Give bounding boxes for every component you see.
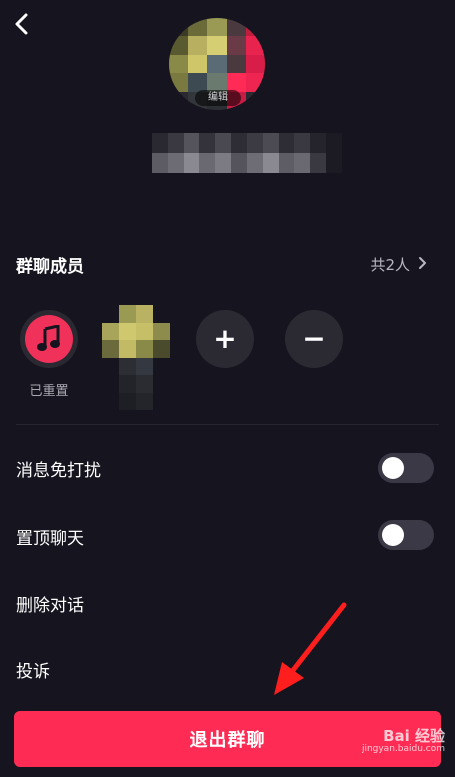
toggle-knob: [382, 457, 404, 479]
mute-label: 消息免打扰: [16, 461, 101, 481]
annotation-arrow-icon: [260, 600, 360, 704]
music-note-icon: [25, 315, 73, 363]
minus-icon: −: [302, 322, 326, 355]
toggle-knob: [382, 524, 404, 546]
chevron-left-icon: [14, 13, 30, 39]
member-name: 已重置: [29, 384, 69, 399]
plus-icon: +: [213, 322, 237, 355]
mute-toggle[interactable]: [378, 453, 434, 483]
baidu-watermark: Bai 经验 jingyan.baidu.com: [362, 728, 445, 754]
group-name-blurred: [152, 133, 342, 173]
exit-group-label: 退出群聊: [189, 730, 266, 751]
group-avatar[interactable]: 编辑: [165, 14, 273, 110]
back-button[interactable]: [10, 12, 34, 40]
add-member-button[interactable]: +: [196, 310, 254, 368]
pin-label: 置顶聊天: [16, 529, 84, 549]
member-avatar-blurred[interactable]: [102, 305, 170, 410]
remove-member-button[interactable]: −: [285, 310, 343, 368]
delete-conversation-item[interactable]: 删除对话: [16, 591, 84, 616]
chevron-right-icon: [418, 256, 427, 274]
divider: [16, 424, 439, 425]
avatar-edit-label[interactable]: 编辑: [195, 90, 241, 106]
watermark-brand: Bai 经验: [383, 727, 445, 745]
report-item[interactable]: 投诉: [16, 657, 50, 682]
member-count-link[interactable]: 共2人: [370, 254, 427, 275]
members-title: 群聊成员: [16, 257, 84, 277]
watermark-url: jingyan.baidu.com: [361, 743, 445, 754]
pin-toggle[interactable]: [378, 520, 434, 550]
member-avatar[interactable]: [20, 310, 78, 368]
member-count-label: 共2人: [370, 256, 410, 274]
